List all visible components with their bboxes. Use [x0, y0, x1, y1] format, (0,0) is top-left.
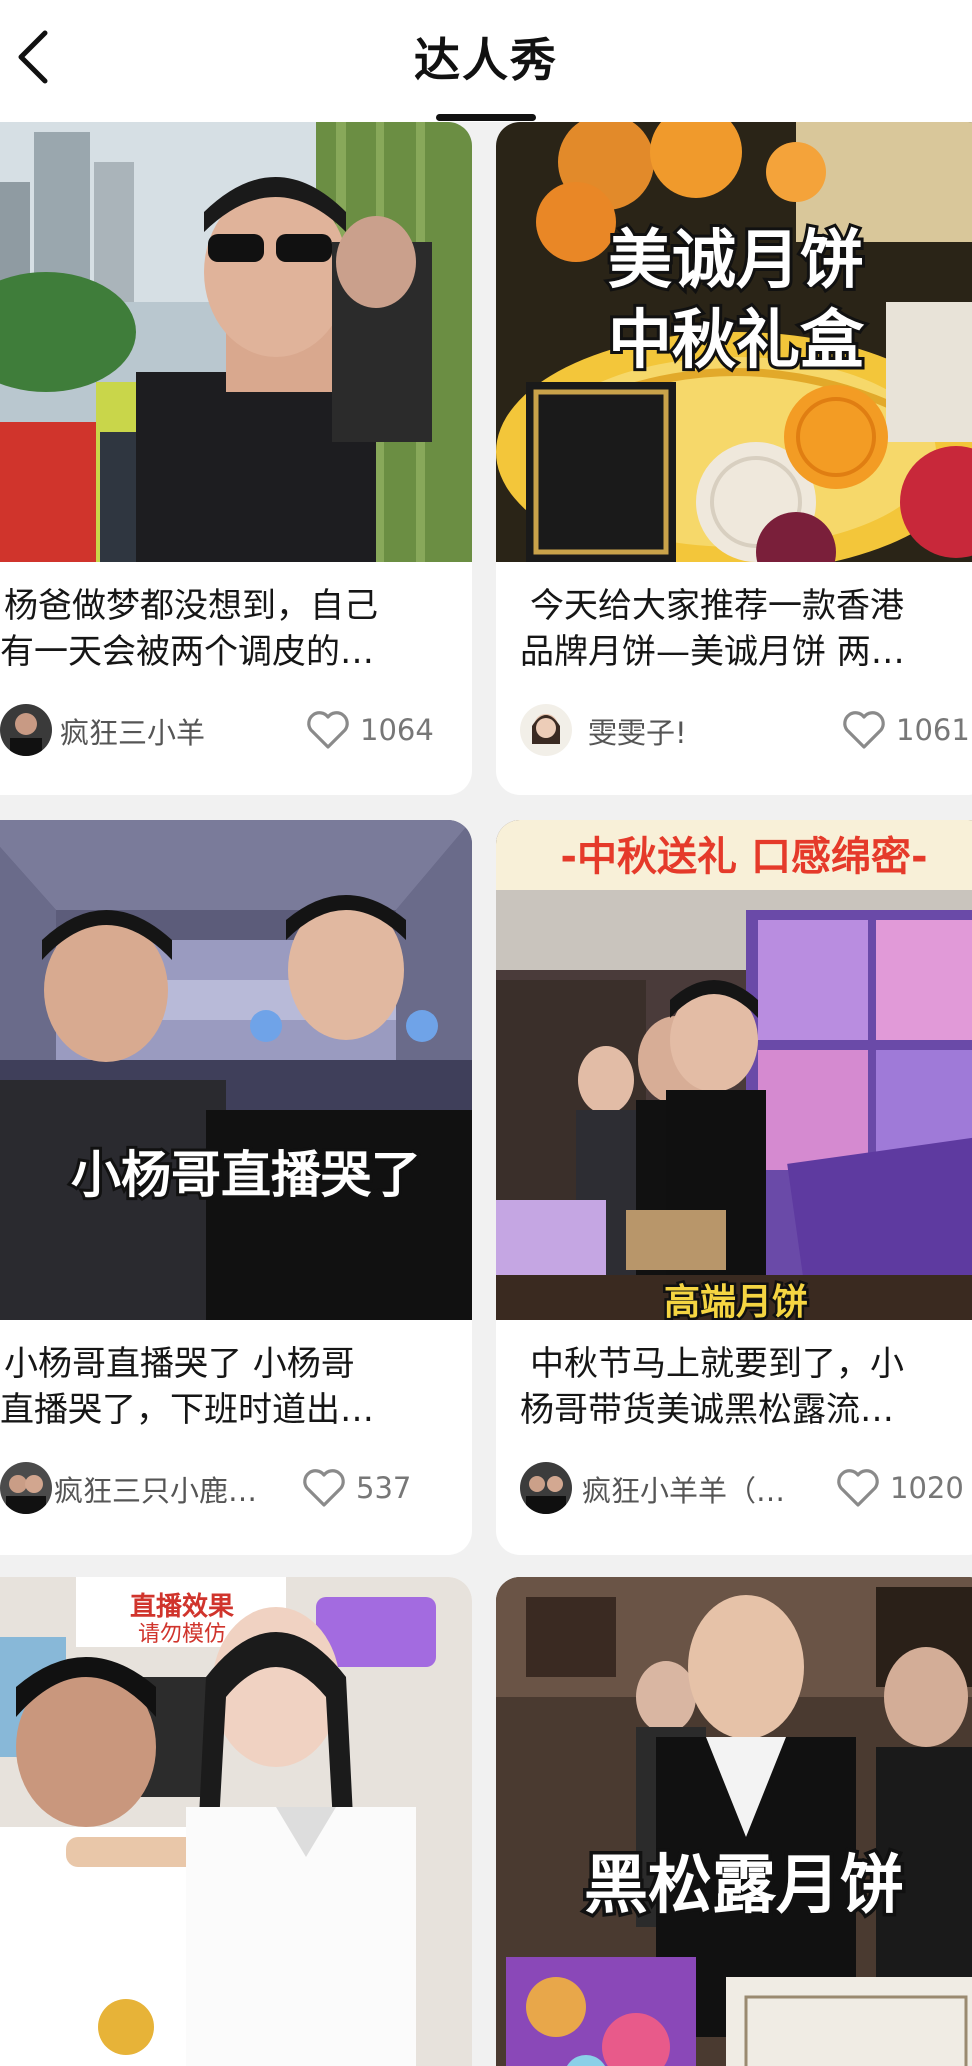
thumbnail-overlay-text: 小杨哥直播哭了 [71, 1146, 421, 1204]
card-title-line: 品牌月饼—美诚月饼 两… [520, 632, 905, 672]
like-button[interactable]: 1020 [836, 1462, 964, 1514]
author-row: 疯狂小羊羊（… 1020 [496, 1458, 972, 1518]
author-row: 疯狂三小羊 1064 [0, 700, 472, 760]
video-thumbnail[interactable]: 小杨哥直播哭了 [0, 820, 472, 1320]
card-title-line: 杨哥带货美诚黑松露流… [520, 1390, 894, 1430]
thumbnail-banner-text: -中秋送礼 口感绵密- [560, 834, 927, 880]
card-title-line: 中秋节马上就要到了，小 [530, 1344, 904, 1384]
heart-outline-icon [843, 711, 885, 749]
card-title-line: 今天给大家推荐一款香港 [530, 586, 904, 626]
avatar[interactable] [0, 704, 52, 756]
active-tab-indicator [436, 114, 536, 121]
video-thumbnail[interactable]: 黑松露月饼 [496, 1577, 972, 2066]
like-count: 537 [356, 1471, 412, 1505]
page: 达人秀 杨爸做梦都没想到，自己 有一天会被两个调皮的… 疯狂三小羊 1064 美… [0, 0, 972, 2066]
like-button[interactable]: 1064 [306, 704, 434, 756]
author-name[interactable]: 疯狂三小羊 [60, 710, 280, 752]
feed-card[interactable]: 美诚月饼 中秋礼盒 今天给大家推荐一款香港 品牌月饼—美诚月饼 两… 雯雯子! … [496, 122, 972, 795]
heart-outline-icon [837, 1469, 879, 1507]
feed-card[interactable]: 黑松露月饼 [496, 1577, 972, 2066]
avatar[interactable] [520, 1462, 572, 1514]
thumbnail-overlay-text: 高端月饼 [664, 1282, 808, 1320]
like-button[interactable]: 1061 [842, 704, 970, 756]
feed-card[interactable]: -中秋送礼 口感绵密- 高端月饼 中秋节马上就要到了，小 杨哥带货美诚黑松露流…… [496, 820, 972, 1555]
author-row: 疯狂三只小鹿【… 537 [0, 1458, 472, 1518]
card-title-line: 杨爸做梦都没想到，自己 [4, 586, 378, 626]
author-row: 雯雯子! 1061 [496, 700, 972, 760]
feed-card[interactable]: 直播效果 请勿模仿 [0, 1577, 472, 2066]
avatar[interactable] [520, 704, 572, 756]
thumbnail-overlay-text: 黑松露月饼 [584, 1849, 904, 1923]
like-count: 1064 [360, 713, 434, 747]
page-title: 达人秀 [414, 33, 558, 87]
sign-text: 请勿模仿 [138, 1622, 226, 1647]
author-name[interactable]: 疯狂小羊羊（… [582, 1468, 792, 1510]
header-bar: 达人秀 [0, 0, 972, 122]
feed-card[interactable]: 小杨哥直播哭了 小杨哥直播哭了 小杨哥 直播哭了，下班时道出… 疯狂三只小鹿【…… [0, 820, 472, 1555]
thumbnail-overlay-text: 中秋礼盒 [608, 304, 865, 378]
author-name[interactable]: 雯雯子! [588, 710, 808, 752]
like-button[interactable]: 537 [302, 1462, 411, 1514]
video-thumbnail[interactable]: 美诚月饼 中秋礼盒 [496, 122, 972, 562]
author-name[interactable]: 疯狂三只小鹿【… [54, 1468, 284, 1510]
card-title-line: 直播哭了，下班时道出… [0, 1390, 374, 1430]
heart-outline-icon [303, 1469, 345, 1507]
sign-text: 直播效果 [130, 1591, 234, 1622]
card-title-line: 有一天会被两个调皮的… [0, 632, 374, 672]
card-title-line: 小杨哥直播哭了 小杨哥 [4, 1344, 355, 1384]
avatar[interactable] [0, 1462, 52, 1514]
thumbnail-overlay-text: 美诚月饼 [608, 224, 864, 298]
video-thumbnail[interactable]: -中秋送礼 口感绵密- 高端月饼 [496, 820, 972, 1320]
video-thumbnail[interactable]: 直播效果 请勿模仿 [0, 1577, 472, 2066]
heart-outline-icon [307, 711, 349, 749]
like-count: 1061 [896, 713, 970, 747]
video-thumbnail[interactable] [0, 122, 472, 562]
feed-card[interactable]: 杨爸做梦都没想到，自己 有一天会被两个调皮的… 疯狂三小羊 1064 [0, 122, 472, 795]
like-count: 1020 [890, 1471, 964, 1505]
